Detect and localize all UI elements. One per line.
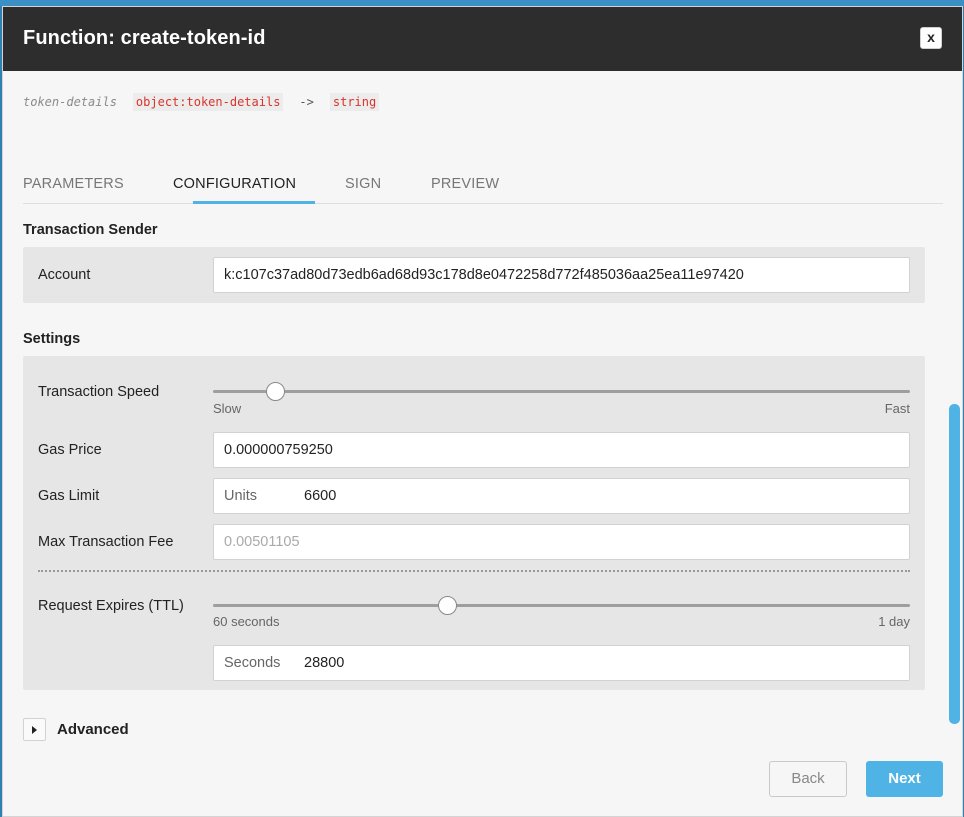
advanced-label[interactable]: Advanced <box>57 721 129 738</box>
max-fee-label: Max Transaction Fee <box>38 534 174 550</box>
advanced-expand-button[interactable] <box>23 718 46 741</box>
speed-min-label: Slow <box>213 401 242 416</box>
content-scrollbar[interactable] <box>947 205 962 741</box>
ttl-seconds-input[interactable]: Seconds 28800 <box>213 645 910 681</box>
close-icon: x <box>927 29 935 45</box>
gas-price-input[interactable]: 0.000000759250 <box>213 432 910 468</box>
tab-preview[interactable]: PREVIEW <box>431 176 499 192</box>
tab-sign[interactable]: SIGN <box>345 176 381 192</box>
ttl-thumb[interactable] <box>438 596 458 615</box>
settings-title: Settings <box>23 331 81 347</box>
account-value: k:c107c37ad80d73edb6ad68d93c178d8e047225… <box>224 267 744 283</box>
param-type: object:token-details <box>132 93 284 111</box>
dialog-title: Function: create-token-id <box>23 27 266 49</box>
ttl-seconds-prefix: Seconds <box>224 655 281 671</box>
next-button[interactable]: Next <box>866 761 943 797</box>
tab-parameters[interactable]: PARAMETERS <box>23 176 124 192</box>
advanced-section: Advanced <box>23 718 945 741</box>
dialog-header: Function: create-token-id x <box>3 7 962 71</box>
gas-price-value: 0.000000759250 <box>224 442 333 458</box>
function-dialog: Function: create-token-id x token-detail… <box>2 6 963 817</box>
gas-limit-input[interactable]: Units 6600 <box>213 478 910 514</box>
sender-panel: Account k:c107c37ad80d73edb6ad68d93c178d… <box>23 247 925 303</box>
settings-divider <box>38 570 910 572</box>
transaction-sender-title: Transaction Sender <box>23 222 158 238</box>
account-label: Account <box>38 267 91 283</box>
transaction-speed-label: Transaction Speed <box>38 384 160 400</box>
transaction-speed-thumb[interactable] <box>266 382 286 401</box>
ttl-seconds-value: 28800 <box>304 655 345 671</box>
tab-configuration[interactable]: CONFIGURATION <box>173 176 296 192</box>
gas-price-label: Gas Price <box>38 442 102 458</box>
gas-limit-units-prefix: Units <box>224 488 258 504</box>
gas-limit-value: 6600 <box>304 488 337 504</box>
active-tab-indicator <box>193 201 315 204</box>
ttl-label: Request Expires (TTL) <box>38 598 184 614</box>
scrollbar-thumb[interactable] <box>949 404 960 724</box>
function-signature: token-details object:token-details -> st… <box>23 93 380 111</box>
param-name: token-details <box>23 95 117 109</box>
tab-bar: PARAMETERS CONFIGURATION SIGN PREVIEW <box>23 167 943 204</box>
settings-panel: Transaction Speed Slow Fast Gas Price 0.… <box>23 356 925 690</box>
gas-limit-label: Gas Limit <box>38 488 100 504</box>
configuration-content: Transaction Sender Account k:c107c37ad80… <box>3 205 947 741</box>
triangle-right-icon <box>32 726 37 734</box>
max-fee-value: 0.00501105 <box>224 534 300 550</box>
return-type: string <box>329 93 380 111</box>
transaction-speed-slider[interactable] <box>213 390 910 393</box>
ttl-max-label: 1 day <box>878 614 910 629</box>
ttl-slider[interactable] <box>213 604 910 607</box>
account-field[interactable]: k:c107c37ad80d73edb6ad68d93c178d8e047225… <box>213 257 910 293</box>
back-button[interactable]: Back <box>769 761 847 797</box>
max-fee-field: 0.00501105 <box>213 524 910 560</box>
ttl-min-label: 60 seconds <box>213 614 280 629</box>
return-arrow: -> <box>299 95 314 109</box>
speed-max-label: Fast <box>884 401 910 416</box>
close-button[interactable]: x <box>920 27 942 49</box>
